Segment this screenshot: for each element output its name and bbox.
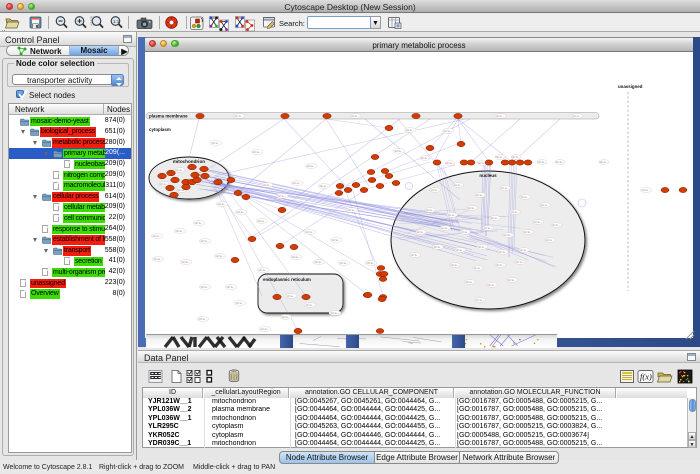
svg-text:GO te…: GO te… <box>556 161 565 164</box>
svg-text:GO te…: GO te… <box>411 254 420 257</box>
svg-text:GO te…: GO te… <box>406 129 415 132</box>
svg-text:GO te…: GO te… <box>478 246 487 249</box>
svg-text:GO te…: GO te… <box>199 318 208 321</box>
svg-text:1:1: 1:1 <box>113 19 120 24</box>
svg-text:GO te…: GO te… <box>306 304 315 307</box>
svg-text:GO te…: GO te… <box>278 195 287 198</box>
svg-text:GO te…: GO te… <box>496 264 505 267</box>
svg-text:endoplasmic reticulum: endoplasmic reticulum <box>263 277 311 282</box>
svg-text:GO te…: GO te… <box>431 189 440 192</box>
svg-text:GO te…: GO te… <box>261 328 270 331</box>
svg-text:GO te…: GO te… <box>417 231 426 234</box>
svg-text:GO te…: GO te… <box>642 189 651 192</box>
svg-text:GO te…: GO te… <box>282 316 291 319</box>
svg-text:GO te…: GO te… <box>235 115 244 118</box>
svg-text:f(x): f(x) <box>640 372 652 382</box>
svg-text:mitochondrion: mitochondrion <box>173 159 205 164</box>
svg-text:GO te…: GO te… <box>292 256 301 259</box>
svg-text:GO te…: GO te… <box>600 161 609 164</box>
svg-text:GO te…: GO te… <box>546 239 555 242</box>
svg-text:GO te…: GO te… <box>216 255 225 258</box>
svg-text:GO te…: GO te… <box>307 165 316 168</box>
svg-text:GO te…: GO te… <box>263 184 272 187</box>
svg-text:unassigned: unassigned <box>618 84 643 89</box>
svg-text:GO te…: GO te… <box>573 115 582 118</box>
svg-text:GO te…: GO te… <box>496 115 505 118</box>
svg-text:GO te…: GO te… <box>227 286 236 289</box>
svg-text:GO te…: GO te… <box>496 156 505 159</box>
svg-text:GO te…: GO te… <box>176 169 185 172</box>
svg-text:GO te…: GO te… <box>218 203 227 206</box>
svg-text:GO te…: GO te… <box>468 207 477 210</box>
svg-text:GO te…: GO te… <box>516 261 525 264</box>
svg-text:GO te…: GO te… <box>538 161 547 164</box>
svg-text:GO te…: GO te… <box>237 211 246 214</box>
svg-text:GO te…: GO te… <box>448 214 457 217</box>
svg-text:GO te…: GO te… <box>195 222 204 225</box>
svg-text:GO te…: GO te… <box>444 130 453 133</box>
svg-text:GO te…: GO te… <box>153 235 162 238</box>
svg-text:GO te…: GO te… <box>521 196 530 199</box>
svg-text:GO te…: GO te… <box>332 239 341 242</box>
svg-text:GO te…: GO te… <box>552 224 561 227</box>
svg-text:GO te…: GO te… <box>541 204 550 207</box>
svg-text:GO te…: GO te… <box>524 231 533 234</box>
svg-text:GO te…: GO te… <box>201 240 210 243</box>
svg-text:plasma membrane: plasma membrane <box>149 114 188 119</box>
svg-text:GO te…: GO te… <box>154 258 163 261</box>
svg-text:GO te…: GO te… <box>441 227 450 230</box>
svg-text:GO te…: GO te… <box>351 115 360 118</box>
svg-text:GO te…: GO te… <box>331 312 340 315</box>
svg-text:GO te…: GO te… <box>201 286 210 289</box>
svg-text:GO te…: GO te… <box>508 279 517 282</box>
svg-text:GO te…: GO te… <box>484 227 493 230</box>
svg-text:GO te…: GO te… <box>176 230 185 233</box>
svg-text:GO te…: GO te… <box>520 249 529 252</box>
svg-text:GO te…: GO te… <box>451 264 460 267</box>
svg-text:GO te…: GO te… <box>259 269 268 272</box>
svg-text:GO te…: GO te… <box>501 187 510 190</box>
svg-text:GO te…: GO te… <box>474 267 483 270</box>
svg-text:GO te…: GO te… <box>320 185 329 188</box>
svg-text:GO te…: GO te… <box>456 249 465 252</box>
svg-text:GO te…: GO te… <box>504 234 513 237</box>
svg-text:GO te…: GO te… <box>461 231 470 234</box>
svg-text:GO te…: GO te… <box>258 220 267 223</box>
svg-text:GO te…: GO te… <box>395 150 404 153</box>
svg-text:GO te…: GO te… <box>434 246 443 249</box>
svg-text:GO te…: GO te… <box>236 302 245 305</box>
svg-text:GO te…: GO te… <box>466 281 475 284</box>
svg-text:GO te…: GO te… <box>476 299 485 302</box>
svg-text:GO te…: GO te… <box>454 184 463 187</box>
svg-text:GO te…: GO te… <box>421 157 430 160</box>
svg-text:nucleus: nucleus <box>479 173 497 178</box>
svg-text:GO te…: GO te… <box>488 284 497 287</box>
svg-text:GO te…: GO te… <box>534 221 543 224</box>
svg-text:GO te…: GO te… <box>293 182 302 185</box>
svg-text:GO te…: GO te… <box>287 295 296 298</box>
svg-text:cytoplasm: cytoplasm <box>149 127 171 132</box>
svg-text:GO te…: GO te… <box>348 209 357 212</box>
svg-text:GO te…: GO te… <box>367 262 376 265</box>
svg-text:GO te…: GO te… <box>499 251 508 254</box>
svg-text:GO te…: GO te… <box>340 262 349 265</box>
svg-text:GO te…: GO te… <box>253 151 262 154</box>
svg-text:GO te…: GO te… <box>182 261 191 264</box>
svg-text:GO te…: GO te… <box>511 211 520 214</box>
svg-text:GO te…: GO te… <box>491 217 500 220</box>
svg-text:GO te…: GO te… <box>426 209 435 212</box>
svg-text:GO te…: GO te… <box>446 162 455 165</box>
svg-text:GO te…: GO te… <box>212 142 221 145</box>
svg-text:GO te…: GO te… <box>306 231 315 234</box>
svg-text:GO te…: GO te… <box>476 194 485 197</box>
svg-text:GO te…: GO te… <box>512 156 521 159</box>
svg-text:GO te…: GO te… <box>315 261 324 264</box>
